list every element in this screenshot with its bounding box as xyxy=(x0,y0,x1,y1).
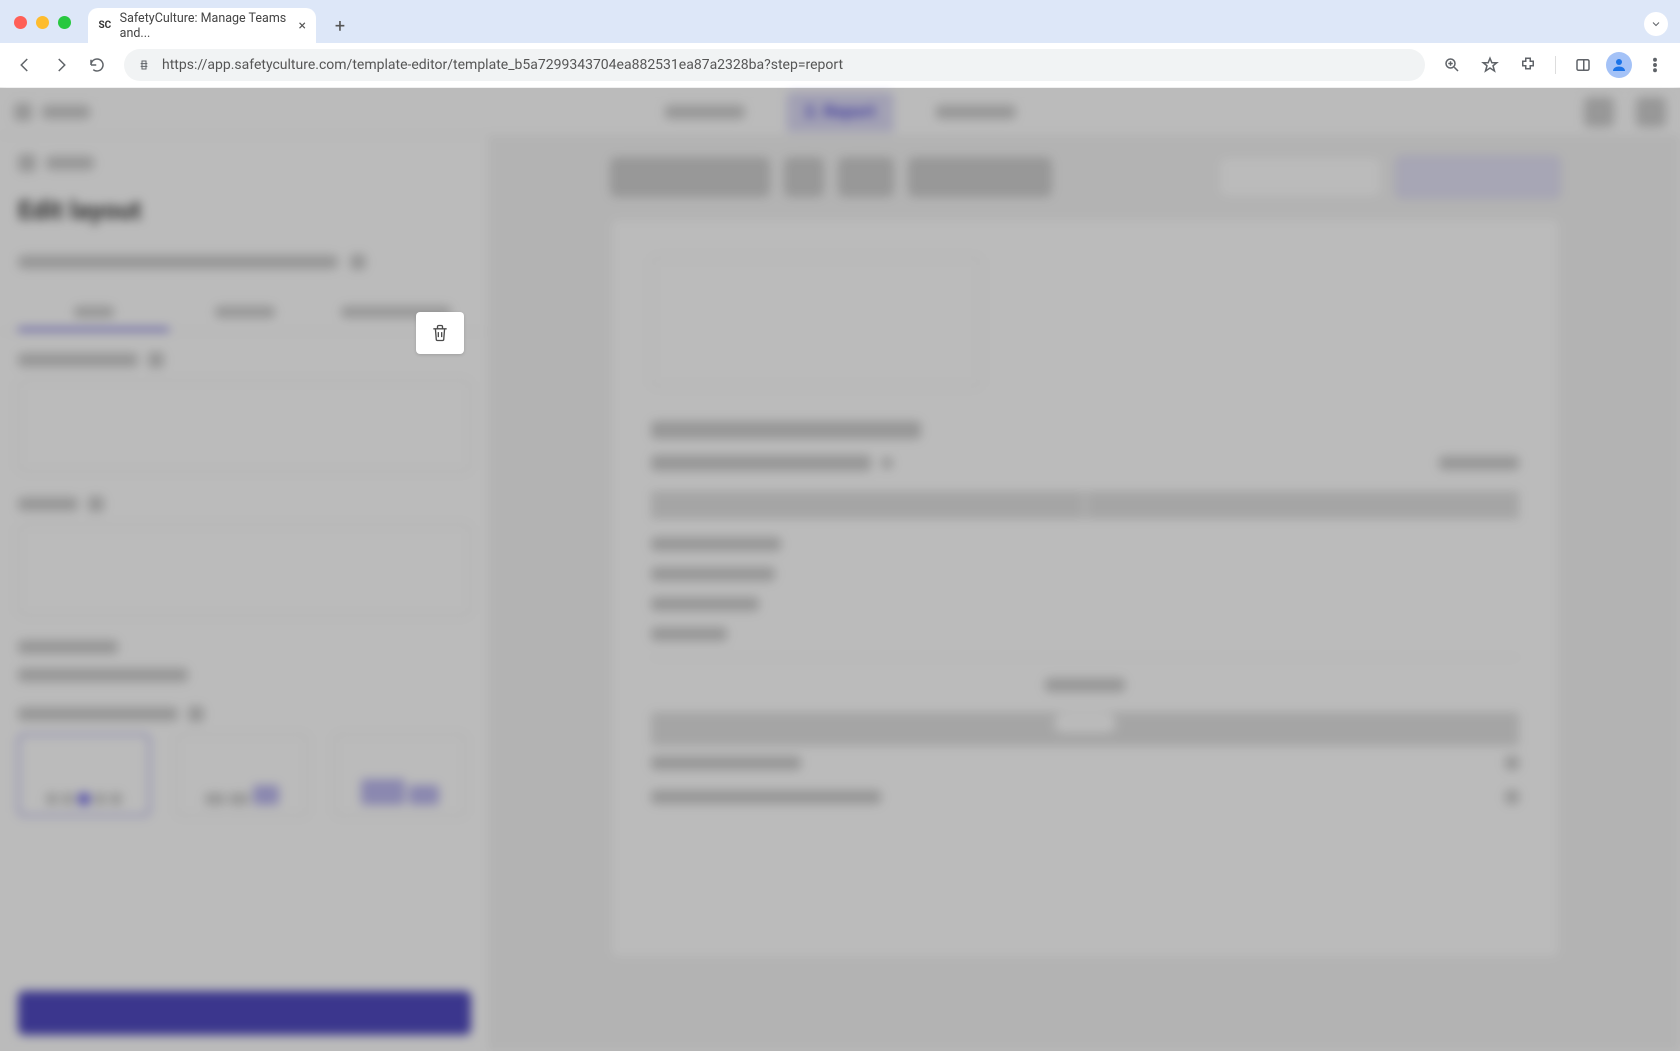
zoom-icon[interactable] xyxy=(1437,50,1467,80)
toolbar-right xyxy=(1437,50,1670,80)
kebab-menu-icon[interactable] xyxy=(1640,50,1670,80)
browser-toolbar: https://app.safetyculture.com/template-e… xyxy=(0,43,1680,88)
nav-reload-button[interactable] xyxy=(82,50,112,80)
profile-avatar[interactable] xyxy=(1606,52,1632,78)
trash-icon xyxy=(430,323,450,343)
window-minimize[interactable] xyxy=(36,16,49,29)
modal-backdrop[interactable] xyxy=(0,88,1680,1051)
toolbar-divider xyxy=(1555,56,1556,74)
tab-close-icon[interactable]: × xyxy=(299,18,306,34)
tab-title: SafetyCulture: Manage Teams and... xyxy=(120,11,291,41)
window-maximize[interactable] xyxy=(58,16,71,29)
browser-tabstrip: SC SafetyCulture: Manage Teams and... × … xyxy=(0,0,1680,43)
address-bar[interactable]: https://app.safetyculture.com/template-e… xyxy=(124,49,1425,81)
window-close[interactable] xyxy=(14,16,27,29)
url-text: https://app.safetyculture.com/template-e… xyxy=(162,57,843,73)
window-controls xyxy=(14,16,71,29)
tabstrip-dropdown[interactable] xyxy=(1644,12,1668,36)
nav-forward-button[interactable] xyxy=(46,50,76,80)
tab-favicon: SC xyxy=(98,18,112,34)
extensions-icon[interactable] xyxy=(1513,50,1543,80)
sidepanel-icon[interactable] xyxy=(1568,50,1598,80)
site-info-icon[interactable] xyxy=(136,57,152,73)
delete-layout-button[interactable] xyxy=(416,312,464,354)
new-tab-button[interactable]: + xyxy=(326,12,354,40)
nav-back-button[interactable] xyxy=(10,50,40,80)
bookmark-icon[interactable] xyxy=(1475,50,1505,80)
app-root: 2. Report Edit layout xyxy=(0,88,1680,1051)
browser-tab[interactable]: SC SafetyCulture: Manage Teams and... × xyxy=(88,8,316,43)
